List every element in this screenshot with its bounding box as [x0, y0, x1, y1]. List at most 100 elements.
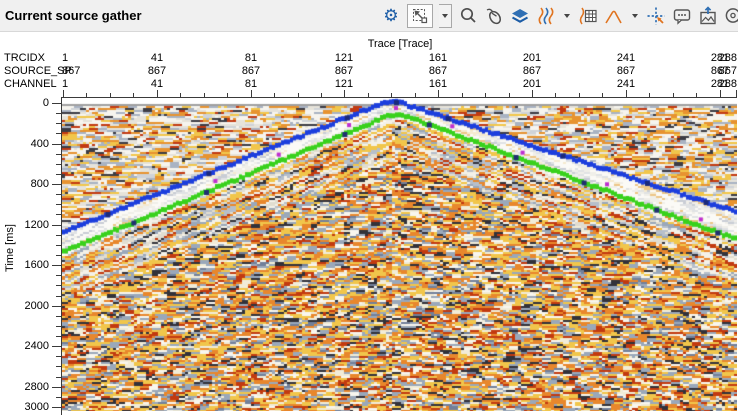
- trace-minor-tick: [555, 93, 556, 97]
- trace-minor-tick: [649, 93, 650, 97]
- time-tick-label: 1200: [8, 219, 49, 231]
- time-minor-tick: [56, 285, 61, 286]
- comments-icon[interactable]: [672, 6, 692, 26]
- header-value: 201: [502, 52, 562, 64]
- trace-major-tick: [63, 90, 64, 97]
- time-major-tick: [52, 346, 61, 347]
- trace-minor-tick: [86, 93, 87, 97]
- trace-major-tick: [251, 90, 252, 97]
- trace-minor-tick: [133, 93, 134, 97]
- header-value: 867: [314, 65, 374, 77]
- mouse-options-icon[interactable]: [484, 6, 504, 26]
- header-value: 867: [596, 65, 656, 77]
- header-value: 1: [62, 78, 68, 90]
- trace-minor-tick: [110, 93, 111, 97]
- trace-major-tick: [720, 90, 721, 97]
- toolbar: ⚙: [381, 3, 738, 29]
- trace-ruler-line: [61, 97, 737, 98]
- time-minor-tick: [56, 245, 61, 246]
- chevron-down-icon: [442, 14, 448, 18]
- time-tick-label: 2000: [8, 300, 49, 312]
- header-value: 1: [62, 52, 68, 64]
- trace-minor-tick: [673, 93, 674, 97]
- trace-axis-label: Trace [Trace]: [340, 38, 460, 50]
- window-title: Current source gather: [5, 8, 142, 23]
- header-value: 41: [127, 52, 187, 64]
- header-end-value: 288: [677, 52, 737, 64]
- trace-minor-tick: [696, 93, 697, 97]
- time-minor-tick: [56, 113, 61, 114]
- time-major-tick: [52, 306, 61, 307]
- trace-minor-tick: [368, 93, 369, 97]
- time-minor-tick: [56, 214, 61, 215]
- time-ruler-line: [61, 97, 62, 415]
- trace-major-tick: [626, 90, 627, 97]
- amplitude-peak-dropdown[interactable]: [630, 6, 640, 26]
- time-minor-tick: [56, 255, 61, 256]
- wiggle-display-dropdown[interactable]: [562, 6, 572, 26]
- time-major-tick: [52, 184, 61, 185]
- wiggle-display-icon[interactable]: [536, 6, 556, 26]
- trace-minor-tick: [204, 93, 205, 97]
- time-major-tick: [52, 225, 61, 226]
- time-minor-tick: [56, 377, 61, 378]
- time-tick-label: 2400: [8, 340, 49, 352]
- header-value: 121: [314, 52, 374, 64]
- time-minor-tick: [56, 194, 61, 195]
- header-value: 867: [62, 65, 80, 77]
- settings-gear-icon[interactable]: ⚙: [381, 6, 401, 26]
- time-tick-label: 3000: [8, 401, 49, 413]
- trace-major-tick: [736, 90, 737, 97]
- select-area-icon: [411, 7, 429, 25]
- gather-panel: Trace [Trace] Time [ms] TRCIDX1418112116…: [0, 32, 738, 415]
- trace-minor-tick: [509, 93, 510, 97]
- trace-major-tick: [532, 90, 533, 97]
- time-tick-label: 0: [8, 97, 49, 109]
- time-minor-tick: [56, 133, 61, 134]
- record-tape-icon[interactable]: [724, 6, 738, 26]
- trace-minor-tick: [602, 93, 603, 97]
- trace-minor-tick: [298, 93, 299, 97]
- trace-minor-tick: [415, 93, 416, 97]
- export-image-icon[interactable]: [698, 6, 718, 26]
- trace-minor-tick: [274, 93, 275, 97]
- seismic-display[interactable]: [62, 98, 737, 411]
- zoom-select-tool-button[interactable]: [407, 4, 433, 28]
- trace-major-tick: [438, 90, 439, 97]
- header-value: 161: [408, 52, 468, 64]
- trace-minor-tick: [485, 93, 486, 97]
- time-major-tick: [52, 387, 61, 388]
- layers-icon[interactable]: [510, 6, 530, 26]
- header-value: 201: [502, 78, 562, 90]
- trace-minor-tick: [462, 93, 463, 97]
- time-minor-tick: [56, 174, 61, 175]
- time-tick-label: 1600: [8, 259, 49, 271]
- header-value: 867: [127, 65, 187, 77]
- time-minor-tick: [56, 336, 61, 337]
- zoom-select-dropdown[interactable]: [439, 4, 452, 28]
- header-end-value: 288: [677, 78, 737, 90]
- time-minor-tick: [56, 154, 61, 155]
- trace-minor-tick: [579, 93, 580, 97]
- time-major-tick: [52, 144, 61, 145]
- time-minor-tick: [56, 164, 61, 165]
- time-tick-label: 400: [8, 138, 49, 150]
- header-value: 867: [502, 65, 562, 77]
- time-minor-tick: [56, 366, 61, 367]
- time-major-tick: [52, 103, 61, 104]
- time-major-tick: [52, 265, 61, 266]
- time-tick-label: 800: [8, 178, 49, 190]
- trace-major-tick: [157, 90, 158, 97]
- first-break-picking-icon[interactable]: [646, 6, 666, 26]
- magnifier-zoom-icon[interactable]: [458, 6, 478, 26]
- header-value: 41: [127, 78, 187, 90]
- amplitude-peak-icon[interactable]: [604, 6, 624, 26]
- time-minor-tick: [56, 235, 61, 236]
- header-value: 121: [314, 78, 374, 90]
- time-minor-tick: [56, 326, 61, 327]
- header-value: 161: [408, 78, 468, 90]
- time-minor-tick: [56, 123, 61, 124]
- trace-header-table-icon[interactable]: [578, 6, 598, 26]
- header-value: 241: [596, 52, 656, 64]
- trace-minor-tick: [227, 93, 228, 97]
